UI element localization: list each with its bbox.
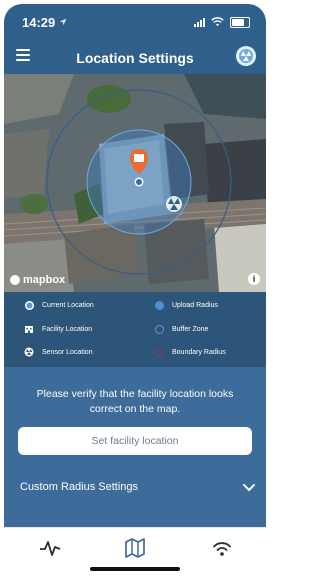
map-legend: Current Location Upload Radius Facility … bbox=[4, 292, 266, 367]
upload-radius-icon bbox=[154, 300, 164, 310]
wifi-status-icon bbox=[211, 17, 224, 27]
legend-label: Buffer Zone bbox=[172, 325, 209, 333]
verify-message: Please verify that the facility location… bbox=[36, 388, 234, 415]
top-bar: 14:29 Location Settings bbox=[4, 4, 266, 74]
legend-label: Sensor Location bbox=[42, 348, 93, 356]
buffer-zone-icon bbox=[154, 324, 164, 334]
mapbox-logo: mapbox bbox=[10, 274, 65, 286]
mapbox-text: mapbox bbox=[23, 274, 66, 286]
building-icon bbox=[24, 324, 34, 334]
phone-screen: 14:29 Location Settings mapbox i Current… bbox=[4, 4, 266, 576]
status-bar: 14:29 bbox=[22, 13, 250, 31]
mapbox-icon bbox=[10, 275, 20, 285]
battery-icon bbox=[230, 16, 250, 28]
app-header: Location Settings bbox=[4, 44, 266, 72]
home-indicator bbox=[90, 567, 180, 571]
current-location-icon bbox=[24, 300, 34, 310]
status-icons bbox=[194, 16, 250, 28]
legend-boundary-radius: Boundary Radius bbox=[154, 347, 226, 357]
cellular-signal-icon bbox=[194, 17, 205, 27]
wifi-icon[interactable] bbox=[210, 537, 234, 559]
map-icon[interactable] bbox=[123, 537, 147, 559]
legend-current-location: Current Location bbox=[24, 300, 94, 310]
legend-buffer-zone: Buffer Zone bbox=[154, 324, 208, 334]
custom-radius-label: Custom Radius Settings bbox=[20, 481, 138, 493]
verification-panel: Please verify that the facility location… bbox=[4, 367, 266, 527]
status-time-group: 14:29 bbox=[22, 15, 67, 30]
status-time: 14:29 bbox=[22, 14, 56, 30]
map-view[interactable]: mapbox i bbox=[4, 74, 266, 292]
legend-label: Facility Location bbox=[42, 325, 93, 333]
sensor-icon[interactable] bbox=[236, 46, 256, 66]
sensor-icon bbox=[24, 347, 34, 357]
legend-label: Upload Radius bbox=[172, 301, 218, 309]
legend-label: Current Location bbox=[42, 301, 94, 309]
location-arrow-icon bbox=[60, 18, 67, 26]
legend-upload-radius: Upload Radius bbox=[154, 300, 218, 310]
page-title: Location Settings bbox=[76, 50, 194, 66]
boundary-radius-icon bbox=[154, 347, 164, 357]
menu-icon[interactable] bbox=[16, 49, 30, 61]
info-icon[interactable]: i bbox=[248, 273, 260, 285]
legend-sensor-location: Sensor Location bbox=[24, 347, 93, 357]
legend-label: Boundary Radius bbox=[172, 348, 226, 356]
activity-icon[interactable] bbox=[38, 537, 62, 559]
custom-radius-settings-toggle[interactable]: Custom Radius Settings bbox=[20, 479, 256, 495]
set-facility-location-button[interactable]: Set facility location bbox=[18, 427, 252, 455]
legend-facility-location: Facility Location bbox=[24, 324, 92, 334]
satellite-map bbox=[4, 74, 266, 292]
bottom-tab-bar bbox=[4, 527, 266, 576]
chevron-down-icon bbox=[243, 484, 255, 492]
